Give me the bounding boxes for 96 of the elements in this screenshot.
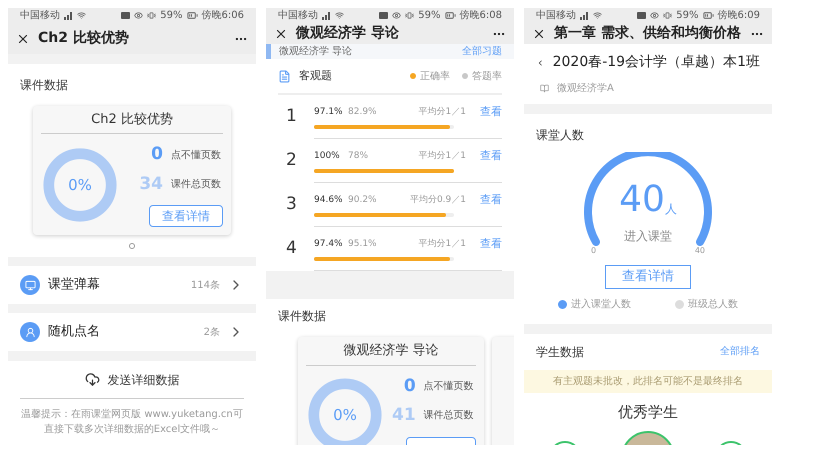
stat-label: 点不懂页数: [171, 148, 222, 163]
battery-icon: [186, 10, 198, 22]
accent-bar: [266, 44, 271, 59]
stat-value: 34: [139, 172, 163, 196]
question-number: 3: [285, 193, 298, 216]
item-count: 2条: [204, 326, 220, 340]
carrier-name: 中国移动: [278, 8, 318, 23]
section-title: 课堂人数: [536, 127, 584, 144]
answer-rate: 78%: [348, 150, 370, 163]
ranking-link[interactable]: 全部排名: [720, 344, 760, 359]
stat-label: 课件总页数: [424, 408, 475, 424]
section-title: 课件数据: [278, 308, 327, 325]
vibrate-icon: [663, 11, 672, 20]
view-link[interactable]: 查看: [466, 236, 502, 253]
book-icon: [540, 84, 549, 93]
send-data-button[interactable]: 发送详细数据: [20, 361, 244, 399]
stat-label: 点不懂页数: [424, 380, 475, 394]
legend-label: 答题率: [472, 70, 502, 84]
gauge-min: 0: [591, 245, 596, 257]
correct-rate: 100%: [314, 150, 341, 163]
eye-icon: [134, 11, 144, 20]
battery-percent: 59%: [418, 9, 441, 23]
details-button[interactable]: 查看详情: [149, 205, 223, 228]
screen-icon: [20, 275, 40, 296]
card-title: 微观经济学 导论: [306, 341, 476, 366]
answer-rate: 90.2%: [348, 194, 378, 207]
tip-text: 温馨提示：在雨课堂网页版 www.yuketang.cn可直接下载多次详细数据的Excel文件哦～: [20, 408, 244, 437]
person-icon: [20, 322, 40, 342]
legend-label: 正确率: [420, 70, 450, 84]
card-title: Ch2 比较优势: [41, 110, 223, 134]
view-link[interactable]: 查看: [466, 192, 502, 209]
clock-time: 傍晚6:06: [202, 8, 244, 24]
window-title: Ch2 比较优势: [38, 29, 130, 48]
view-link[interactable]: 查看: [466, 104, 502, 121]
eye-icon: [650, 11, 660, 20]
signal-icon: [322, 12, 331, 20]
percent-value: 0%: [332, 404, 358, 426]
correct-rate: 97.1%: [314, 106, 344, 119]
correct-rate: 94.6%: [314, 194, 344, 207]
cloud-icon: [84, 372, 100, 387]
list-item[interactable]: 随机点名 2条: [8, 313, 256, 351]
eye-icon: [392, 11, 402, 20]
signal-icon: [64, 12, 73, 20]
stat-value: 0: [404, 374, 416, 398]
item-count: 114条: [190, 278, 220, 293]
item-label: 课堂弹幕: [48, 276, 101, 294]
battery-icon: [444, 10, 456, 21]
battery-icon: [702, 10, 714, 21]
section-title: 客观题: [299, 68, 333, 84]
gauge-caption: 进入课堂: [623, 228, 673, 245]
stat-value: 0: [151, 143, 163, 166]
section-title: 课件数据: [20, 76, 69, 94]
item-label: 随机点名: [48, 323, 101, 342]
question-number: 2: [285, 149, 298, 172]
stat-value: 41: [392, 404, 416, 427]
average-score: 平均分0.9／1: [410, 194, 466, 207]
clock-time: 傍晚6:08: [460, 8, 502, 23]
average-score: 平均分1／1: [418, 150, 466, 163]
clock-time: 傍晚6:09: [718, 8, 760, 23]
signal-icon: [580, 12, 589, 20]
legend-label: 班级总人数: [688, 298, 738, 312]
window-title: 第一章 需求、供给和均衡价格: [554, 24, 742, 43]
answer-rate: 95.1%: [348, 238, 378, 251]
vibrate-icon: [147, 11, 156, 20]
correct-rate: 97.4%: [314, 238, 344, 251]
answer-rate: 82.9%: [348, 106, 378, 119]
question-number: 4: [285, 237, 298, 260]
stat-label: 课件总页数: [171, 178, 222, 192]
battery-percent: 59%: [160, 9, 183, 24]
header-title: 微观经济学 导论: [279, 44, 354, 59]
details-button[interactable]: 查看详情: [605, 265, 691, 288]
wifi-icon: [335, 11, 344, 20]
percent-value: 0%: [67, 174, 93, 196]
gauge-max: 40: [694, 245, 705, 257]
vibrate-icon: [405, 11, 414, 20]
wifi-icon: [77, 11, 86, 20]
unit-label: 人: [664, 201, 677, 218]
section-title: 学生数据: [536, 344, 584, 360]
course-name: 微观经济学A: [557, 82, 614, 96]
document-icon: [278, 70, 291, 82]
all-exercises-link[interactable]: 全部习题: [462, 44, 502, 59]
average-score: 平均分1／1: [418, 238, 466, 251]
top-students-title: 优秀学生: [617, 402, 679, 422]
class-name: 2020春-19会计学（卓越）本1班: [552, 53, 760, 72]
carrier-name: 中国移动: [20, 8, 60, 24]
average-score: 平均分1／1: [418, 106, 466, 119]
attendance-value: 40: [619, 182, 665, 218]
wifi-icon: [593, 11, 602, 20]
legend-label: 进入课堂人数: [571, 298, 631, 312]
battery-percent: 59%: [676, 9, 699, 23]
list-item[interactable]: 课堂弹幕 114条: [8, 266, 256, 304]
question-number: 1: [285, 105, 298, 128]
carrier-name: 中国移动: [536, 8, 576, 23]
notice-banner: 有主观题未批改，此排名可能不是最终排名: [524, 370, 772, 392]
window-title: 微观经济学 导论: [296, 24, 400, 43]
view-link[interactable]: 查看: [466, 148, 502, 165]
